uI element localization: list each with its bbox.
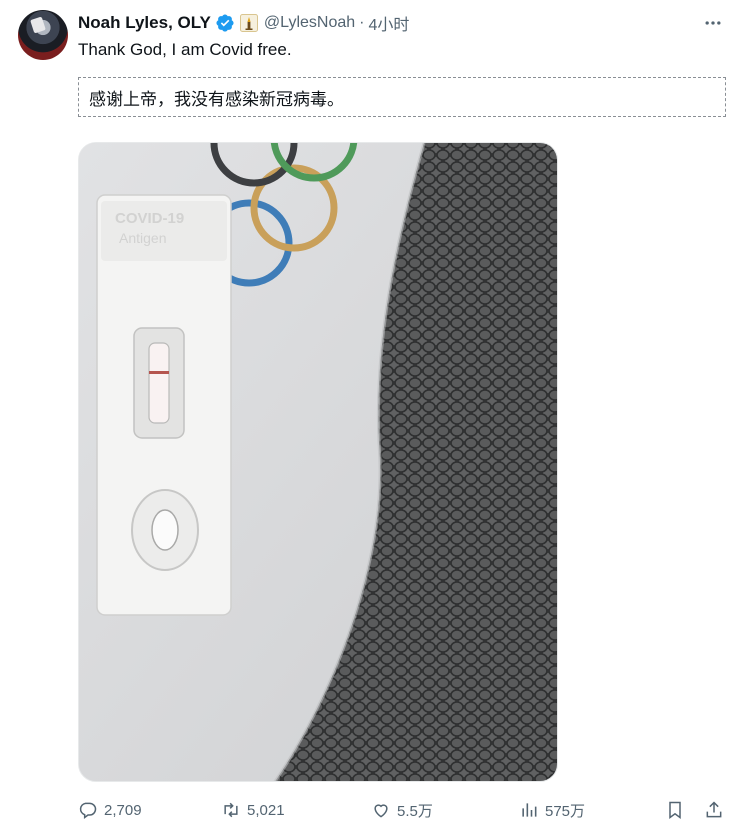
- olympic-torch-icon[interactable]: [239, 14, 258, 32]
- translation-box: 感谢上帝，我没有感染新冠病毒。: [78, 77, 726, 117]
- bookmark-icon: [669, 801, 681, 819]
- bar-chart-icon: [522, 803, 537, 817]
- author-avatar[interactable]: [18, 10, 68, 60]
- more-options-icon[interactable]: [699, 11, 727, 35]
- svg-text:COVID-19: COVID-19: [115, 210, 184, 227]
- translation-text: 感谢上帝，我没有感染新冠病毒。: [89, 89, 344, 110]
- repost-count: 5,021: [247, 801, 285, 819]
- tweet-header: Noah Lyles, OLY @LylesNoah · 4小时: [78, 11, 727, 35]
- repost-icon: [224, 802, 238, 818]
- reply-button[interactable]: 2,709: [78, 798, 142, 822]
- heart-icon: [374, 804, 388, 818]
- view-count: 575万: [545, 802, 586, 820]
- repost-button[interactable]: 5,021: [221, 798, 285, 822]
- tweet-actions: 2,709 5,021 5.5万 575万: [78, 790, 728, 830]
- author-display-name[interactable]: Noah Lyles, OLY: [78, 13, 211, 33]
- author-handle[interactable]: @LylesNoah: [264, 14, 355, 32]
- covid-test-photo: COVID-19 Antigen: [79, 143, 557, 781]
- reply-icon: [79, 802, 97, 819]
- separator-dot: ·: [359, 14, 365, 31]
- verified-badge-icon[interactable]: [215, 13, 235, 33]
- views-button[interactable]: 575万: [519, 798, 585, 822]
- like-button[interactable]: 5.5万: [371, 798, 433, 822]
- tweet-photo[interactable]: COVID-19 Antigen: [78, 142, 558, 782]
- like-count: 5.5万: [397, 802, 433, 820]
- tweet-timestamp[interactable]: 4小时: [368, 11, 409, 35]
- share-icon: [706, 801, 722, 818]
- reply-count: 2,709: [104, 801, 142, 819]
- share-button[interactable]: [702, 798, 726, 822]
- bookmark-button[interactable]: [663, 798, 687, 822]
- svg-text:Antigen: Antigen: [119, 230, 166, 246]
- tweet-text: Thank God, I am Covid free.: [78, 40, 292, 59]
